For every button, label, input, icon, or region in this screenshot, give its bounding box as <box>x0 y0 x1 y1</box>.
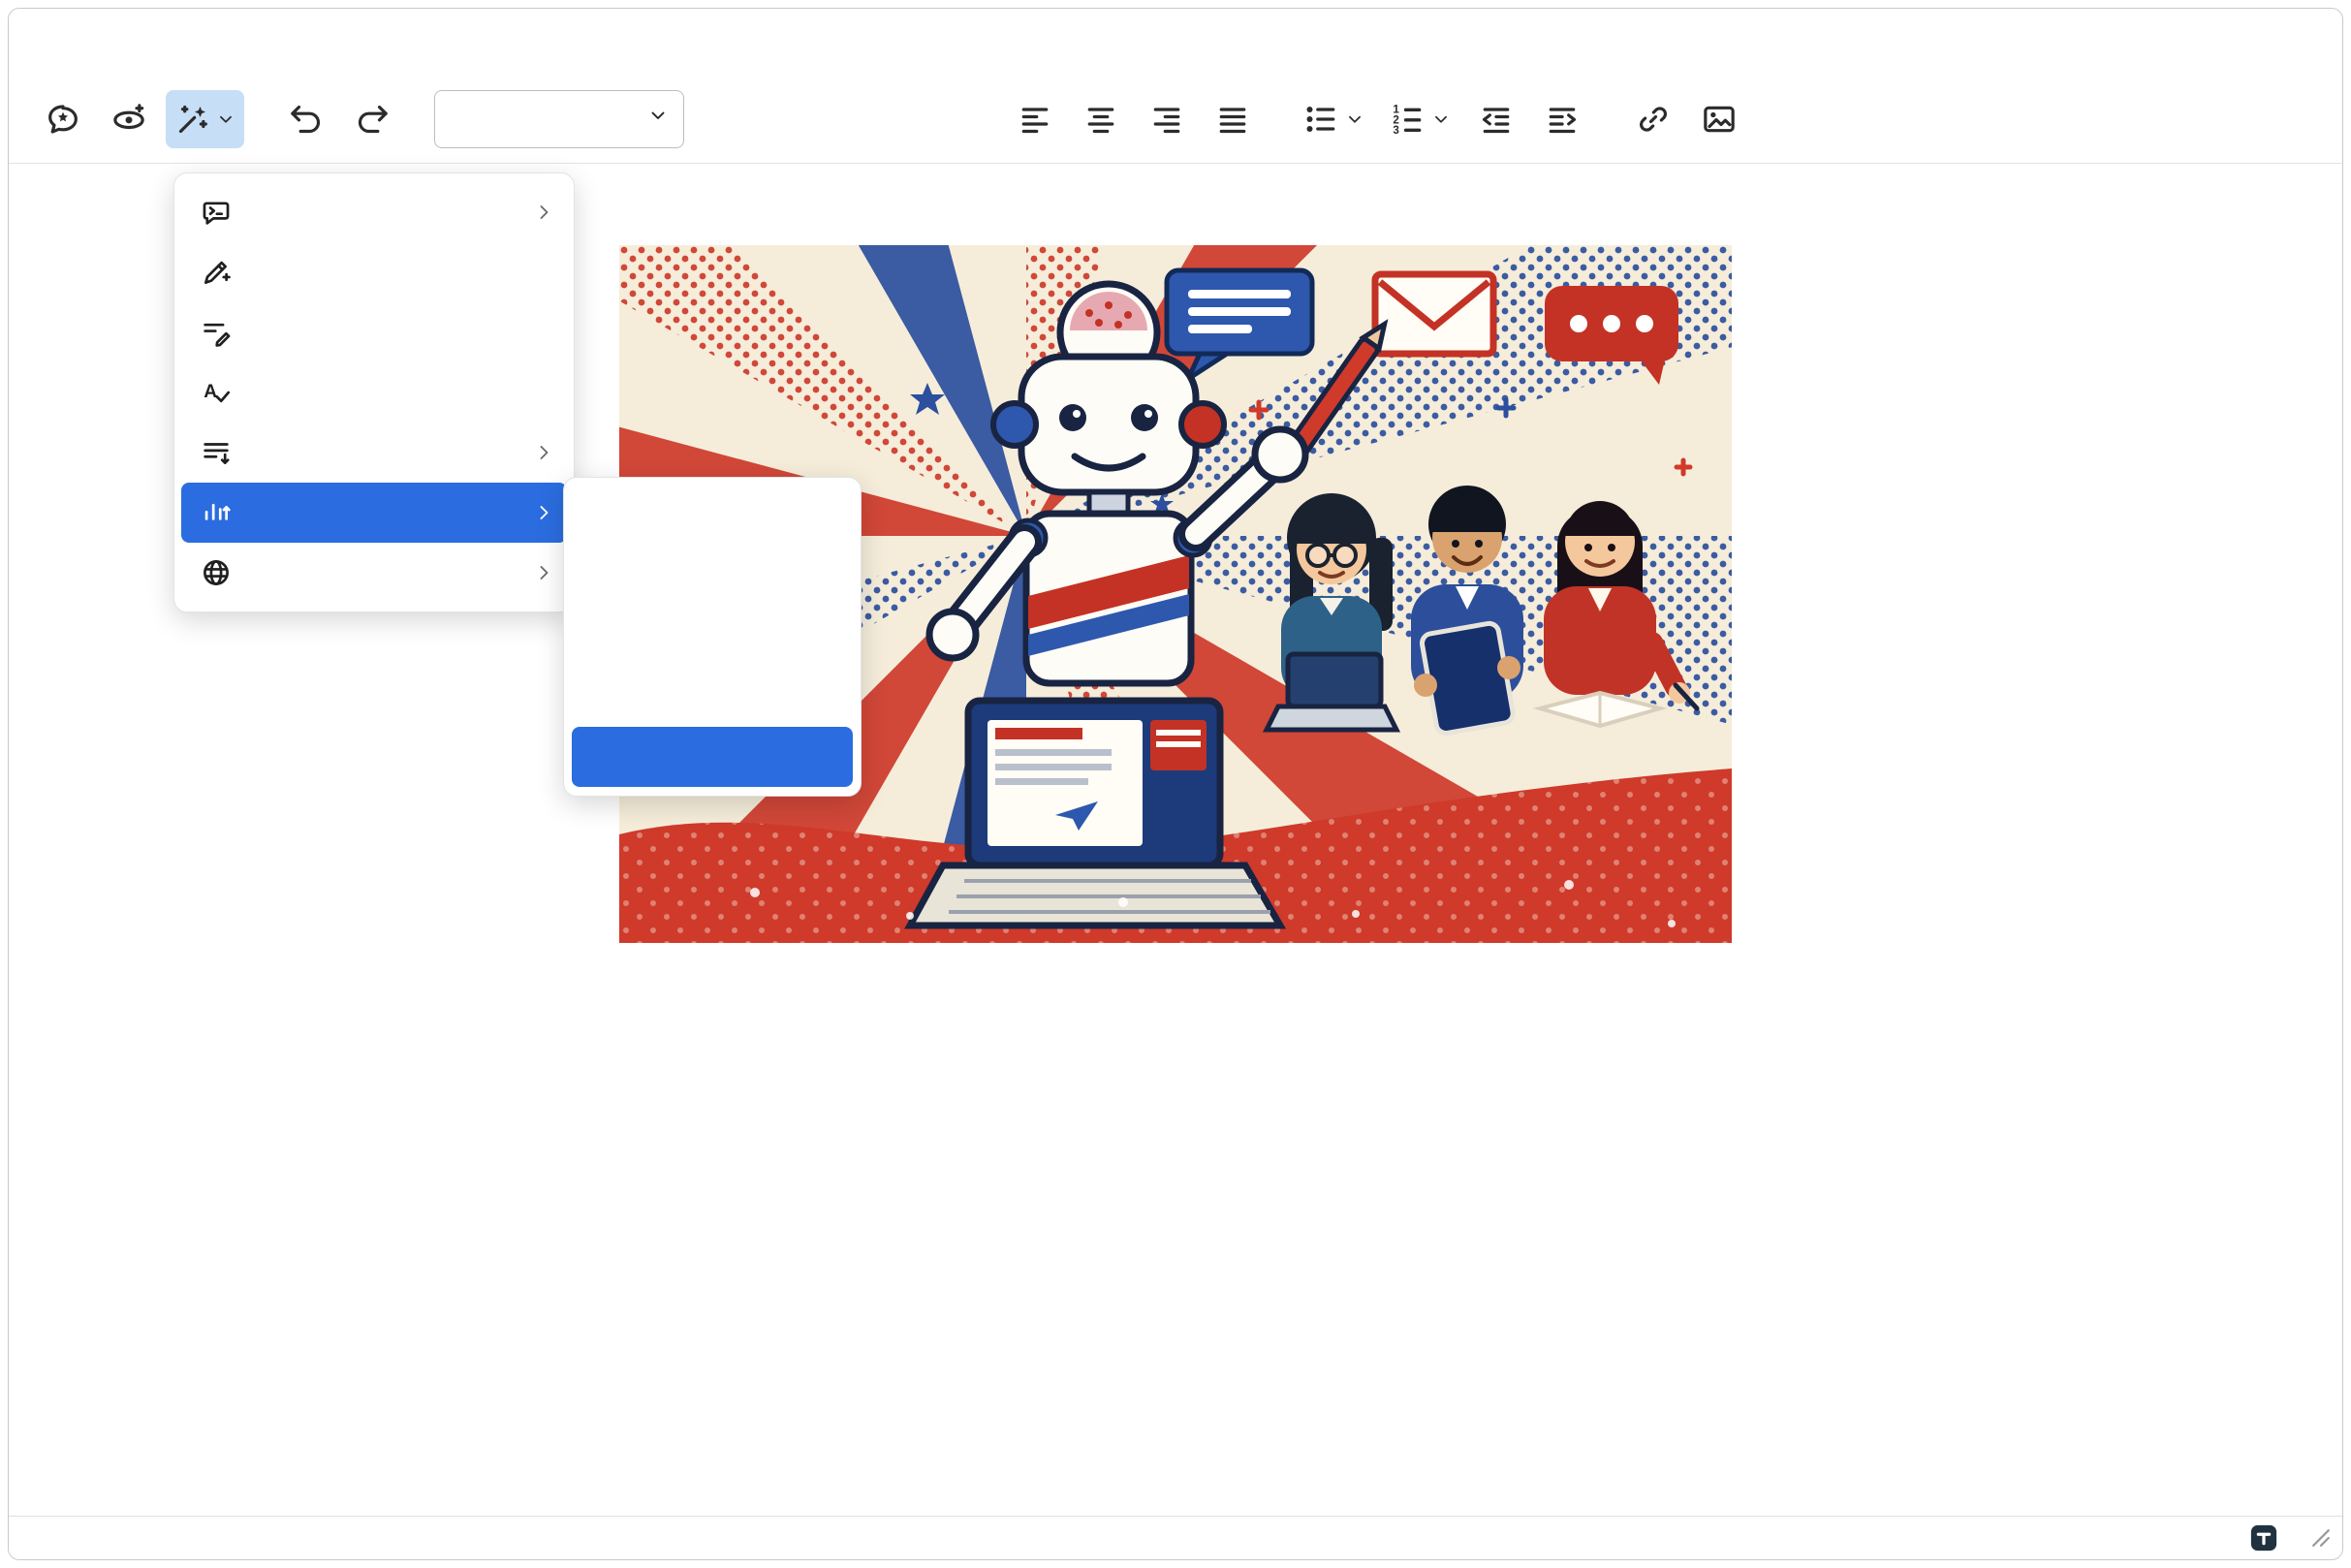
menu-file[interactable] <box>36 34 67 49</box>
chevron-right-icon <box>532 501 555 524</box>
svg-text:A: A <box>204 382 217 402</box>
statusbar <box>9 1516 2342 1559</box>
redo-icon <box>353 100 392 139</box>
format-select[interactable] <box>434 90 684 148</box>
toolbar-group-insert <box>1624 90 1748 148</box>
menu-edit[interactable] <box>73 34 104 49</box>
chevron-right-icon <box>532 441 555 464</box>
toolbar-group-format-select <box>434 90 684 148</box>
svg-text:3: 3 <box>1393 124 1399 137</box>
ai-menu-item-change-tone[interactable] <box>181 483 567 543</box>
numbered-list-button[interactable]: 123 <box>1381 90 1459 148</box>
tone-item-more-direct[interactable] <box>572 547 853 607</box>
magic-wand-icon <box>173 100 212 139</box>
ai-menu-item-fix-grammar[interactable]: A <box>181 362 567 423</box>
chevron-down-icon <box>646 103 670 135</box>
ai-shortcuts-icon <box>110 100 148 139</box>
tone-item-more-casual[interactable] <box>572 486 853 547</box>
indent-button[interactable] <box>1533 90 1591 148</box>
toolbar-group-lists: 123 <box>1295 90 1591 148</box>
bullet-list-button[interactable] <box>1295 90 1373 148</box>
chevron-down-icon <box>1430 109 1452 130</box>
outdent-icon <box>1477 100 1516 139</box>
toolbar-group-text-style <box>717 90 973 148</box>
italic-button[interactable] <box>783 90 841 148</box>
align-left-button[interactable] <box>1006 90 1064 148</box>
change-tone-icon <box>200 496 233 529</box>
ai-shortcuts-button[interactable] <box>100 90 158 148</box>
menu-insert[interactable] <box>146 34 177 49</box>
ai-menu-item-improve-writing[interactable] <box>181 242 567 302</box>
align-center-icon <box>1081 100 1120 139</box>
toolbar-group-ai <box>34 90 244 148</box>
menu-help[interactable] <box>294 34 325 49</box>
ai-menu-item-continue-writing[interactable] <box>181 302 567 362</box>
align-right-icon <box>1147 100 1186 139</box>
undo-button[interactable] <box>277 90 335 148</box>
align-right-button[interactable] <box>1138 90 1196 148</box>
outdent-button[interactable] <box>1467 90 1525 148</box>
ai-menu-item-chat-commands[interactable] <box>181 182 567 242</box>
ai-menu-item-change-length[interactable] <box>181 423 567 483</box>
translate-icon <box>200 556 233 589</box>
link-button[interactable] <box>1624 90 1682 148</box>
strikethrough-button[interactable] <box>915 90 973 148</box>
ai-chat-icon <box>44 100 82 139</box>
menu-table[interactable] <box>257 34 288 49</box>
indent-icon <box>1543 100 1582 139</box>
ai-dropdown-menu: A <box>173 172 575 612</box>
align-justify-icon <box>1213 100 1252 139</box>
tone-item-more-professional[interactable] <box>572 727 853 787</box>
change-length-icon <box>200 436 233 469</box>
align-justify-button[interactable] <box>1204 90 1262 148</box>
ai-assistant-button[interactable] <box>34 90 92 148</box>
redo-button[interactable] <box>343 90 401 148</box>
resize-handle-icon[interactable] <box>2311 1528 2331 1548</box>
tone-item-more-confident[interactable] <box>572 667 853 727</box>
improve-writing-icon <box>200 256 233 289</box>
tone-item-more-friendly[interactable] <box>572 607 853 667</box>
bold-button[interactable] <box>717 90 775 148</box>
menu-view[interactable] <box>110 34 141 49</box>
image-icon <box>1700 100 1739 139</box>
continue-writing-icon <box>200 316 233 349</box>
ai-commands-button[interactable] <box>166 90 244 148</box>
link-icon <box>1634 100 1673 139</box>
chevron-right-icon <box>532 201 555 224</box>
tinymce-editor: 123 <box>8 8 2343 1560</box>
menu-tools[interactable] <box>220 34 251 49</box>
numbered-list-icon: 123 <box>1389 100 1427 139</box>
toolbar-group-align <box>1006 90 1262 148</box>
chevron-right-icon <box>532 561 555 584</box>
change-tone-submenu <box>563 477 862 797</box>
tinymce-logo <box>2249 1523 2278 1552</box>
toolbar: 123 <box>9 75 2342 164</box>
underline-button[interactable] <box>849 90 907 148</box>
menu-format[interactable] <box>183 34 214 49</box>
undo-icon <box>287 100 326 139</box>
align-left-icon <box>1016 100 1054 139</box>
fix-grammar-spelling-icon: A <box>200 376 233 409</box>
bullet-list-icon <box>1302 100 1341 139</box>
ai-menu-item-translate[interactable] <box>181 543 567 603</box>
chevron-down-icon <box>215 109 236 130</box>
chevron-down-icon <box>1344 109 1365 130</box>
align-center-button[interactable] <box>1072 90 1130 148</box>
menubar <box>9 9 2342 75</box>
chat-commands-icon <box>200 196 233 229</box>
toolbar-group-history <box>277 90 401 148</box>
insert-image-button[interactable] <box>1690 90 1748 148</box>
